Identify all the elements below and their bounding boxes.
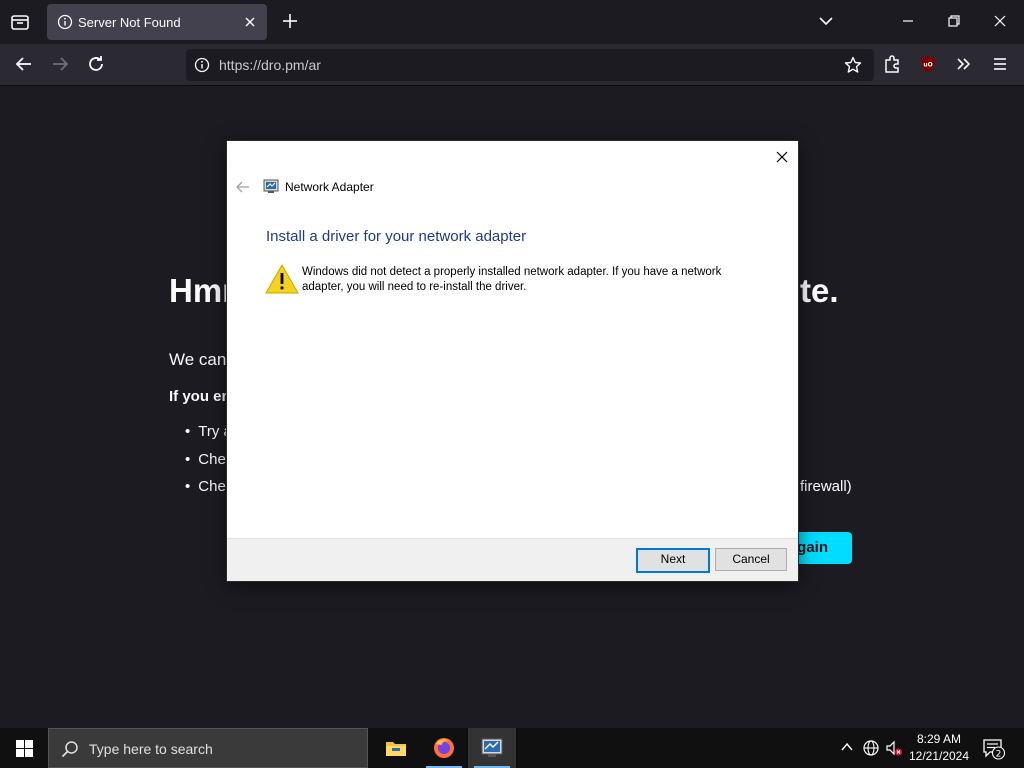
notification-count: 2	[996, 750, 1002, 760]
overflow-chevrons-icon[interactable]	[954, 54, 974, 74]
suggestion-item: Try a	[185, 423, 232, 440]
suggestion-item-end: firewall)	[800, 478, 852, 495]
hamburger-menu-icon[interactable]	[990, 54, 1010, 74]
bookmark-star-icon[interactable]	[844, 56, 862, 74]
forward-arrow-icon[interactable]	[50, 54, 70, 74]
ublock-origin-icon[interactable]: uO	[918, 54, 938, 74]
browser-tab[interactable]: Server Not Found	[47, 4, 267, 40]
folder-tabs-icon	[11, 15, 29, 30]
chevron-up-icon[interactable]	[840, 740, 854, 754]
error-list-heading: If you en	[169, 388, 231, 405]
network-adapter-dialog: Network Adapter Install a driver for you…	[227, 141, 798, 581]
chevron-down-icon[interactable]	[818, 13, 834, 29]
taskbar-network-adapter[interactable]	[468, 728, 516, 768]
clock-time: 8:29 AM	[916, 732, 962, 746]
svg-text:uO: uO	[923, 62, 932, 69]
taskbar: Type here to search 8:29 AM 12/21/2024 2	[0, 728, 1024, 768]
dialog-app-title: Network Adapter	[285, 180, 374, 194]
address-bar[interactable]: https://dro.pm/ar	[186, 49, 874, 81]
extensions-puzzle-icon[interactable]	[882, 54, 902, 74]
system-clock[interactable]: 8:29 AM 12/21/2024	[906, 731, 972, 765]
search-icon	[61, 741, 78, 758]
error-title-end: te.	[800, 272, 839, 309]
info-icon	[57, 14, 73, 30]
network-adapter-icon	[263, 179, 279, 193]
taskbar-file-explorer[interactable]	[372, 728, 420, 768]
taskbar-search-box[interactable]: Type here to search	[48, 728, 368, 768]
minimize-icon[interactable]	[901, 14, 915, 28]
taskbar-firefox[interactable]	[420, 728, 468, 768]
error-subtitle: We can’	[169, 350, 231, 369]
restore-icon[interactable]	[947, 14, 961, 28]
dialog-heading: Install a driver for your network adapte…	[266, 228, 527, 245]
window-close-icon[interactable]	[993, 14, 1007, 28]
navigation-toolbar: https://dro.pm/ar uO	[0, 44, 1024, 86]
globe-network-icon[interactable]	[862, 739, 880, 757]
folder-icon	[386, 742, 406, 756]
start-button[interactable]	[0, 728, 48, 768]
back-arrow-icon[interactable]	[235, 179, 251, 195]
clock-date: 12/21/2024	[908, 749, 970, 763]
windows-logo-icon	[16, 740, 33, 757]
close-tab-icon[interactable]	[242, 14, 258, 30]
firefox-icon	[434, 738, 454, 758]
try-again-label: gain	[797, 539, 828, 556]
network-adapter-icon	[481, 738, 503, 757]
back-arrow-icon[interactable]	[14, 54, 34, 74]
dialog-footer: Next Cancel	[227, 538, 798, 581]
url-text[interactable]: https://dro.pm/ar	[219, 57, 321, 73]
site-info-icon[interactable]	[194, 57, 210, 73]
new-tab-icon[interactable]	[281, 12, 299, 30]
dialog-message: Windows did not detect a properly instal…	[302, 266, 722, 293]
next-button[interactable]: Next	[636, 548, 710, 573]
tab-overview-button[interactable]	[8, 10, 32, 34]
tab-bar: Server Not Found	[0, 0, 1024, 44]
dialog-close-icon[interactable]	[774, 149, 790, 165]
notification-icon[interactable]: 2	[982, 738, 1006, 760]
cancel-button[interactable]: Cancel	[715, 548, 787, 571]
warning-icon	[265, 263, 299, 294]
tab-title: Server Not Found	[78, 15, 181, 30]
reload-icon[interactable]	[86, 54, 106, 74]
volume-muted-icon[interactable]	[885, 739, 903, 757]
search-placeholder: Type here to search	[89, 741, 213, 757]
